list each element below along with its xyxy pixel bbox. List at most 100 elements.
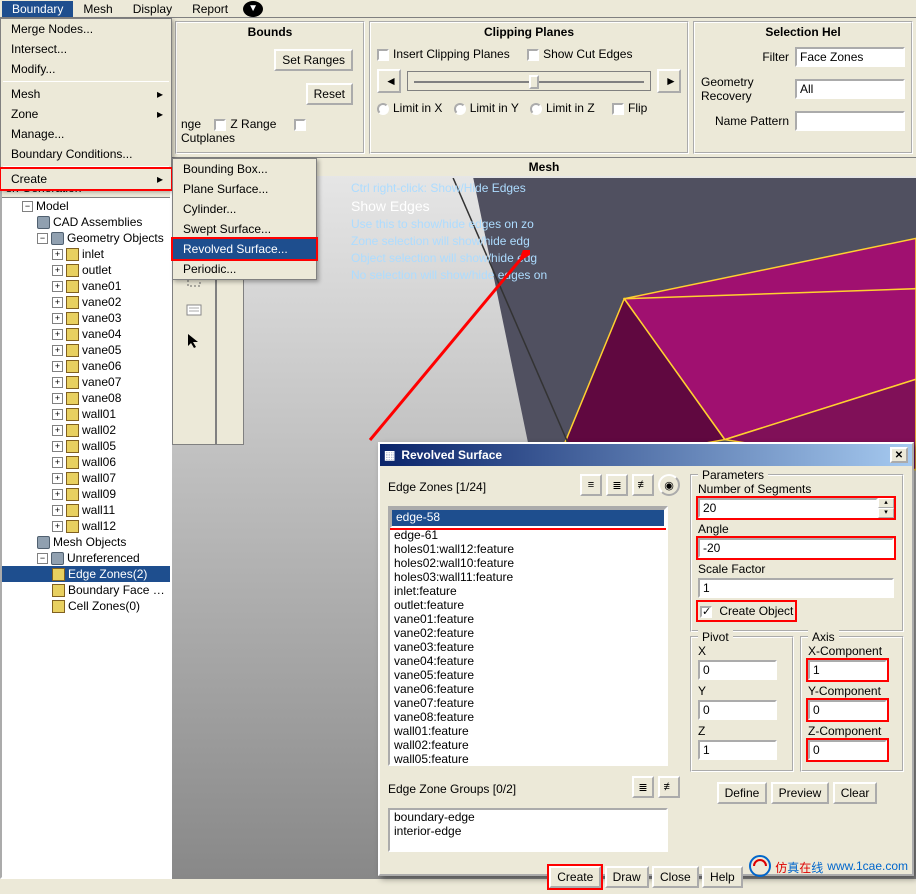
- notes-tool-icon[interactable]: [184, 300, 204, 320]
- preview-button[interactable]: Preview: [771, 782, 830, 804]
- draw-button[interactable]: Draw: [605, 866, 649, 888]
- deselect-icon[interactable]: ≢: [632, 474, 654, 496]
- cursor-tool-icon[interactable]: [184, 330, 204, 350]
- define-button[interactable]: Define: [717, 782, 768, 804]
- clip-prev-button[interactable]: ◄: [377, 69, 401, 93]
- edge-item[interactable]: holes03:wall11:feature: [390, 570, 666, 584]
- clip-slider[interactable]: [407, 71, 651, 91]
- create-button[interactable]: Create: [549, 866, 601, 888]
- tree-item-inlet[interactable]: +inlet: [2, 246, 170, 262]
- create-object-checkbox[interactable]: ✓: [700, 606, 712, 618]
- submenu-cylinder[interactable]: Cylinder...: [173, 199, 316, 219]
- group-item[interactable]: boundary-edge: [390, 810, 666, 824]
- edge-item[interactable]: vane06:feature: [390, 682, 666, 696]
- menu-zone[interactable]: Zone: [1, 104, 171, 124]
- tree-bface[interactable]: Boundary Face …: [2, 582, 170, 598]
- edge-item[interactable]: vane04:feature: [390, 654, 666, 668]
- edge-item[interactable]: wall05:feature: [390, 752, 666, 766]
- flip-checkbox[interactable]: [612, 103, 624, 115]
- menu-merge[interactable]: Merge Nodes...: [1, 19, 171, 39]
- edge-groups-listbox[interactable]: boundary-edgeinterior-edge: [388, 808, 668, 852]
- tree-item-wall06[interactable]: +wall06: [2, 454, 170, 470]
- tree-item-vane05[interactable]: +vane05: [2, 342, 170, 358]
- tree-item-wall12[interactable]: +wall12: [2, 518, 170, 534]
- tree-item-wall09[interactable]: +wall09: [2, 486, 170, 502]
- clip-next-button[interactable]: ►: [657, 69, 681, 93]
- edge-item[interactable]: vane01:feature: [390, 612, 666, 626]
- tree-item-wall05[interactable]: +wall05: [2, 438, 170, 454]
- submenu-periodic[interactable]: Periodic...: [173, 259, 316, 279]
- edge-item[interactable]: wall01:feature: [390, 724, 666, 738]
- reset-button[interactable]: Reset: [306, 83, 353, 105]
- edge-item[interactable]: edge-61: [390, 528, 666, 542]
- pivot-z-input[interactable]: [698, 740, 777, 760]
- tree-item-wall07[interactable]: +wall07: [2, 470, 170, 486]
- menu-report[interactable]: Report: [182, 1, 238, 17]
- scale-input[interactable]: [698, 578, 894, 598]
- showcut-checkbox[interactable]: [527, 49, 539, 61]
- target-icon[interactable]: ◉: [658, 474, 680, 496]
- edge-item[interactable]: inlet:feature: [390, 584, 666, 598]
- pivot-x-input[interactable]: [698, 660, 777, 680]
- filter-list-icon[interactable]: ≡: [580, 474, 602, 496]
- num-segments-input[interactable]: [698, 498, 878, 518]
- edge-item[interactable]: vane08:feature: [390, 710, 666, 724]
- tree-cad[interactable]: CAD Assemblies: [2, 214, 170, 230]
- submenu-bbox[interactable]: Bounding Box...: [173, 159, 316, 179]
- set-ranges-button[interactable]: Set Ranges: [274, 49, 353, 71]
- menu-modify[interactable]: Modify...: [1, 59, 171, 79]
- tree-item-vane08[interactable]: +vane08: [2, 390, 170, 406]
- edge-zones-listbox[interactable]: edge-58edge-61holes01:wall12:featurehole…: [388, 506, 668, 766]
- menu-more-icon[interactable]: ▼: [243, 1, 263, 17]
- menu-display[interactable]: Display: [123, 1, 182, 17]
- tree-cellzones[interactable]: Cell Zones(0): [2, 598, 170, 614]
- menu-bc[interactable]: Boundary Conditions...: [1, 144, 171, 164]
- axis-y-input[interactable]: [808, 700, 887, 720]
- dialog-titlebar[interactable]: ▦ Revolved Surface ✕: [380, 444, 912, 466]
- name-pattern-input[interactable]: [795, 111, 905, 131]
- insert-clip-checkbox[interactable]: [377, 49, 389, 61]
- menu-mesh[interactable]: Mesh: [73, 1, 122, 17]
- help-button[interactable]: Help: [702, 866, 743, 888]
- edge-item[interactable]: holes02:wall10:feature: [390, 556, 666, 570]
- menu-boundary[interactable]: Boundary: [2, 1, 73, 17]
- close-dialog-button[interactable]: Close: [652, 866, 699, 888]
- limitx-radio[interactable]: [377, 103, 389, 115]
- spin-up[interactable]: ▴: [878, 498, 894, 508]
- edge-item[interactable]: holes01:wall12:feature: [390, 542, 666, 556]
- tree-model[interactable]: −Model: [2, 198, 170, 214]
- edge-item[interactable]: vane07:feature: [390, 696, 666, 710]
- tree-item-outlet[interactable]: +outlet: [2, 262, 170, 278]
- tree-item-wall01[interactable]: +wall01: [2, 406, 170, 422]
- cutplanes-checkbox[interactable]: [294, 119, 306, 131]
- tree-item-wall02[interactable]: +wall02: [2, 422, 170, 438]
- group-item[interactable]: interior-edge: [390, 824, 666, 838]
- tree-edgezones[interactable]: Edge Zones(2): [2, 566, 170, 582]
- spin-down[interactable]: ▾: [878, 508, 894, 518]
- edge-item[interactable]: outlet:feature: [390, 598, 666, 612]
- menu-intersect[interactable]: Intersect...: [1, 39, 171, 59]
- edge-item[interactable]: edge-58: [390, 508, 666, 528]
- group-select-icon[interactable]: ≣: [632, 776, 654, 798]
- axis-z-input[interactable]: [808, 740, 887, 760]
- limity-radio[interactable]: [454, 103, 466, 115]
- submenu-plane[interactable]: Plane Surface...: [173, 179, 316, 199]
- menu-manage[interactable]: Manage...: [1, 124, 171, 144]
- tree-item-vane01[interactable]: +vane01: [2, 278, 170, 294]
- submenu-swept[interactable]: Swept Surface...: [173, 219, 316, 239]
- angle-input[interactable]: [698, 538, 894, 558]
- tree-meshobj[interactable]: Mesh Objects: [2, 534, 170, 550]
- limitz-radio[interactable]: [530, 103, 542, 115]
- tree-item-vane03[interactable]: +vane03: [2, 310, 170, 326]
- tree-item-vane06[interactable]: +vane06: [2, 358, 170, 374]
- tree-item-vane02[interactable]: +vane02: [2, 294, 170, 310]
- tree-unref[interactable]: −Unreferenced: [2, 550, 170, 566]
- zrange-checkbox[interactable]: [214, 119, 226, 131]
- filter-select[interactable]: [795, 47, 905, 67]
- submenu-revolved[interactable]: Revolved Surface...: [173, 239, 316, 259]
- clear-button[interactable]: Clear: [833, 782, 878, 804]
- tree-item-wall11[interactable]: +wall11: [2, 502, 170, 518]
- menu-create[interactable]: Create: [1, 169, 171, 189]
- geometry-select[interactable]: [795, 79, 905, 99]
- tree-item-vane04[interactable]: +vane04: [2, 326, 170, 342]
